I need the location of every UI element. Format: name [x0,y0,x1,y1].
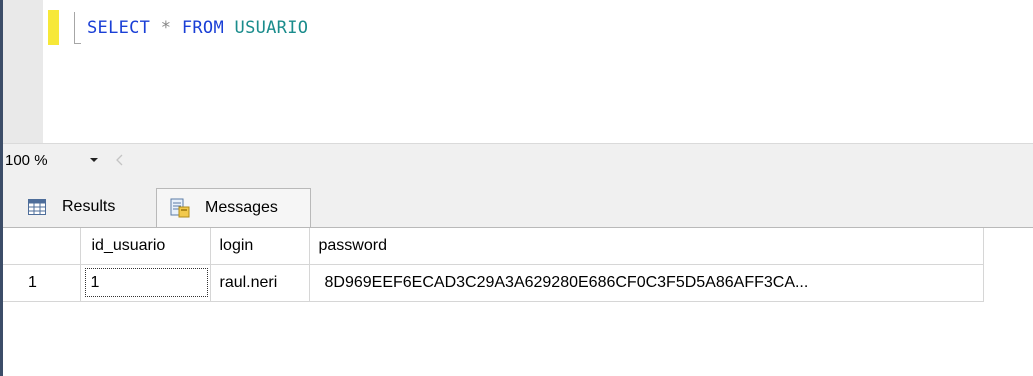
tab-messages[interactable]: Messages [156,188,311,227]
tab-messages-label: Messages [205,199,278,216]
grid-icon [26,196,48,218]
column-header-password[interactable]: password [309,228,984,265]
ssms-query-window: SELECT * FROM USUARIO 100 % Results Mess… [0,0,1033,376]
code-line-1[interactable]: SELECT * FROM USUARIO [87,17,308,39]
chevron-down-icon[interactable] [87,153,101,167]
grid-header-row: id_usuario login password [3,228,984,265]
messages-icon [169,197,191,219]
zoom-combobox[interactable]: 100 % [5,149,125,171]
keyword-select: SELECT [87,18,151,38]
selected-cell-value: 1 [83,266,210,299]
operator-star: * [160,18,172,38]
tab-results[interactable]: Results [8,186,156,227]
keyword-from: FROM [181,18,224,38]
column-header-id-usuario[interactable]: id_usuario [80,228,211,265]
editor-margin [3,0,43,143]
results-grid: id_usuario login password 1 1 raul.neri … [3,228,984,302]
outline-collapse-tick [74,43,81,44]
cell-login[interactable]: raul.neri [210,264,310,302]
row-number-header[interactable] [3,228,81,265]
row-number-cell[interactable]: 1 [3,264,81,302]
column-header-login[interactable]: login [210,228,310,265]
table-identifier: USUARIO [234,18,309,38]
grid-right-gutter [1026,228,1033,376]
zoom-value: 100 % [5,151,48,169]
scroll-left-icon[interactable] [113,153,125,167]
tab-results-label: Results [62,197,116,215]
cell-password[interactable]: 8D969EEF6ECAD3C29A3A629280E686CF0C3F5D5A… [309,264,984,302]
outline-collapse-line [74,12,75,44]
editor-status-strip: 100 % [3,143,1033,177]
change-tracking-marker [48,10,59,45]
query-editor[interactable]: SELECT * FROM USUARIO [3,0,1033,143]
results-tab-strip: Results Messages [3,177,1033,227]
cell-id-usuario[interactable]: 1 [80,264,211,302]
results-grid-area: id_usuario login password 1 1 raul.neri … [3,227,1033,376]
table-row: 1 1 raul.neri 8D969EEF6ECAD3C29A3A629280… [3,264,984,302]
